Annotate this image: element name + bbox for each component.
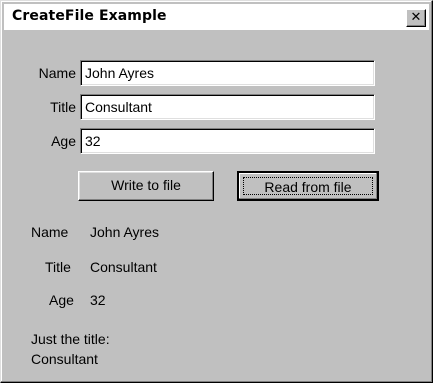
window-title: CreateFile Example — [12, 8, 167, 24]
just-the-title-label: Just the title: — [31, 331, 110, 347]
output-title-value: Consultant — [90, 259, 157, 275]
createfile-example-window: CreateFile Example ✕ Name Title Age Writ… — [0, 0, 433, 383]
name-label: Name — [38, 65, 76, 81]
output-name-label: Name — [31, 224, 69, 240]
close-icon[interactable]: ✕ — [406, 9, 426, 27]
age-label: Age — [51, 133, 76, 149]
read-from-file-button[interactable]: Read from file — [237, 171, 379, 201]
title-input[interactable] — [80, 94, 375, 120]
age-input[interactable] — [80, 128, 375, 154]
output-age-label: Age — [49, 292, 74, 308]
output-title-label: Title — [45, 259, 71, 275]
output-name-value: John Ayres — [90, 224, 160, 240]
output-age-value: 32 — [90, 292, 106, 308]
title-label: Title — [50, 99, 76, 115]
title-bar[interactable]: CreateFile Example ✕ — [4, 4, 429, 30]
just-the-title-value: Consultant — [31, 351, 98, 367]
name-input[interactable] — [80, 60, 375, 86]
read-from-file-label: Read from file — [243, 177, 373, 195]
write-to-file-button[interactable]: Write to file — [78, 171, 214, 201]
